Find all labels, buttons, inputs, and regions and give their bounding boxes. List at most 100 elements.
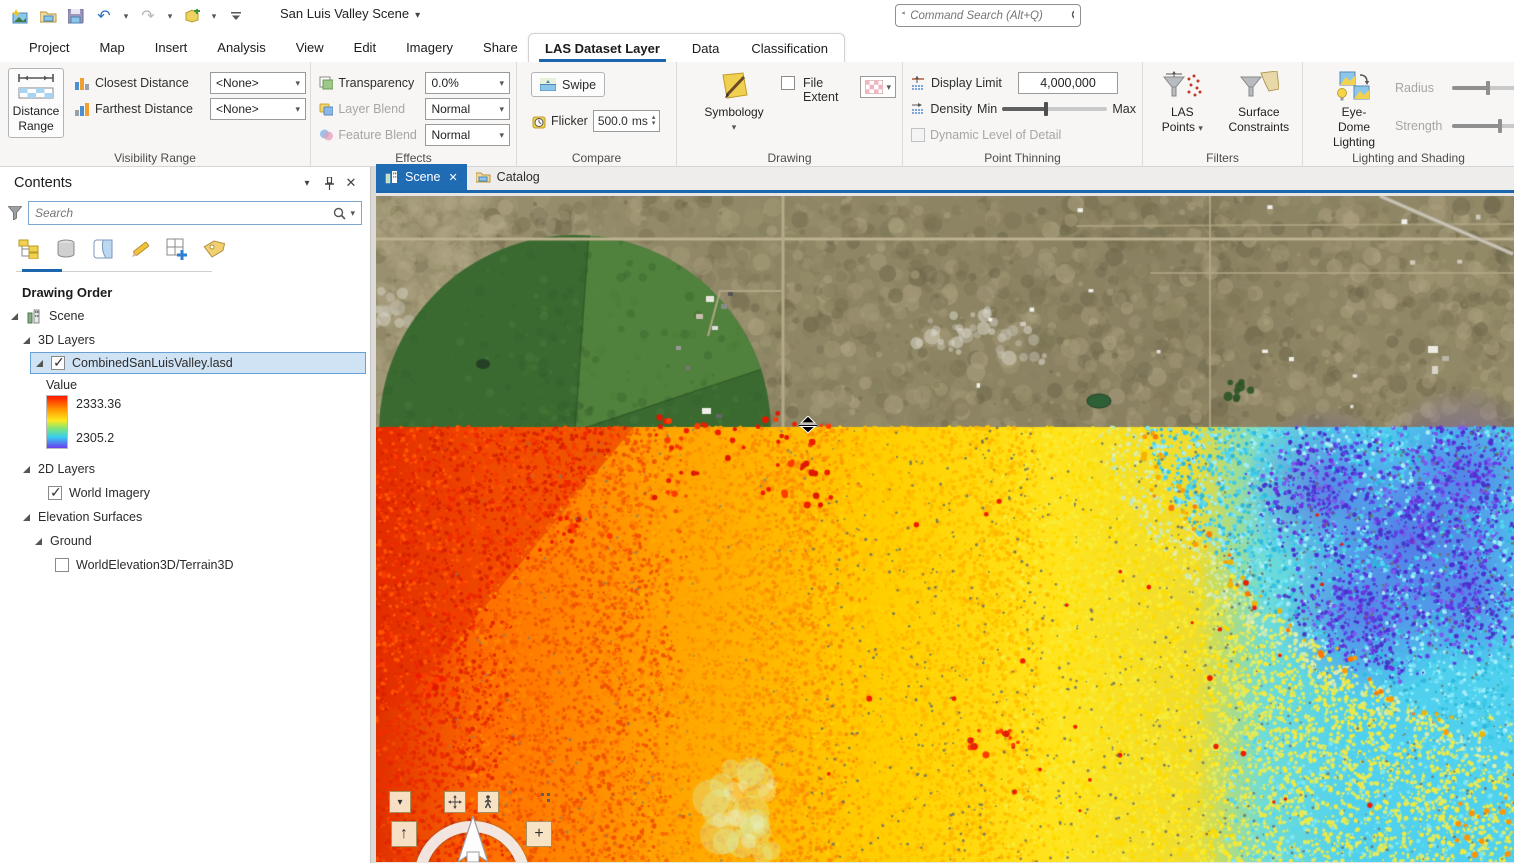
pin-button[interactable]: [318, 172, 340, 194]
legend-value-label: Value: [46, 378, 370, 392]
closest-distance-combo[interactable]: <None>▾: [210, 72, 306, 94]
tree-item-world-imagery[interactable]: World Imagery: [0, 481, 370, 505]
compass-north-needle[interactable]: [455, 816, 491, 862]
list-by-editing-button[interactable]: [127, 237, 153, 261]
radius-slider[interactable]: [1452, 86, 1514, 90]
redo-button[interactable]: ↷: [136, 4, 160, 28]
selection-icon: [93, 239, 113, 259]
tab-share[interactable]: Share: [468, 32, 533, 62]
tree-item-elevation-surfaces[interactable]: Elevation Surfaces: [0, 505, 370, 529]
tree-item-terrain3d[interactable]: WorldElevation3D/Terrain3D: [0, 553, 370, 577]
project-title[interactable]: San Luis Valley Scene▾: [280, 6, 420, 21]
tree-item-3d-layers[interactable]: 3D Layers: [0, 328, 370, 352]
add-data-dropdown[interactable]: ▾: [208, 4, 220, 28]
pan-mode-button[interactable]: [444, 791, 466, 813]
navigator-collapse-button[interactable]: ▾: [389, 791, 411, 813]
scene-viewport[interactable]: ▾ ↑ +: [376, 196, 1514, 862]
las-points-button[interactable]: LAS Points ▾: [1151, 68, 1214, 138]
transparency-combo[interactable]: 0.0%▾: [425, 72, 510, 94]
close-view-icon[interactable]: ✕: [448, 171, 457, 184]
density-slider[interactable]: [1002, 107, 1107, 111]
expand-icon[interactable]: [35, 359, 44, 368]
sparkle-icon: [902, 8, 905, 23]
layer-blend-combo[interactable]: Normal▾: [425, 98, 510, 120]
expand-icon[interactable]: [10, 312, 19, 321]
transparency-label: Transparency: [338, 76, 420, 90]
contents-search-input[interactable]: [35, 206, 329, 220]
world-imagery-checkbox[interactable]: [48, 486, 62, 500]
spinner-arrows-icon[interactable]: ▴▾: [652, 115, 656, 127]
strength-slider[interactable]: [1452, 124, 1514, 128]
expand-icon[interactable]: [22, 465, 31, 474]
list-by-data-source-button[interactable]: [53, 237, 79, 261]
redo-dropdown[interactable]: ▾: [164, 4, 176, 28]
customize-qat-icon: [231, 12, 241, 20]
new-project-button[interactable]: [8, 4, 32, 28]
group-point-thinning: Display Limit Density Min Max Dynamic Le…: [903, 62, 1143, 166]
move-up-button[interactable]: ↑: [391, 821, 417, 847]
undo-icon: ↶: [97, 6, 110, 26]
distance-range-button[interactable]: Distance Range: [8, 68, 64, 138]
close-panel-button[interactable]: ✕: [340, 172, 362, 194]
expand-icon[interactable]: [34, 537, 43, 546]
save-project-button[interactable]: [64, 4, 88, 28]
tab-catalog-view[interactable]: Catalog: [467, 164, 549, 190]
terrain3d-checkbox[interactable]: [55, 558, 69, 572]
tab-imagery[interactable]: Imagery: [391, 32, 468, 62]
ribbon: Distance Range Closest Distance <None>▾: [0, 62, 1514, 167]
scene-render-canvas[interactable]: [376, 196, 1514, 862]
dynamic-lod-checkbox[interactable]: [911, 128, 925, 142]
swipe-divider-cursor[interactable]: [797, 416, 819, 438]
command-search-input[interactable]: [910, 10, 1066, 22]
open-project-button[interactable]: [36, 4, 60, 28]
tree-item-lasd-layer[interactable]: CombinedSanLuisValley.lasd: [30, 352, 366, 374]
surface-constraints-button[interactable]: Surface Constraints: [1222, 68, 1296, 138]
transparency-icon: [319, 76, 333, 90]
feature-blend-combo[interactable]: Normal▾: [425, 124, 510, 146]
expand-icon[interactable]: [22, 513, 31, 522]
tree-item-2d-layers[interactable]: 2D Layers: [0, 457, 370, 481]
tree-item-ground[interactable]: Ground: [0, 529, 370, 553]
contents-search-box[interactable]: ▾: [28, 201, 362, 225]
title-chevron-icon: ▾: [415, 10, 420, 21]
navigator-drag-handle[interactable]: [541, 793, 551, 803]
customize-qat-button[interactable]: [224, 4, 248, 28]
tree-item-scene[interactable]: Scene: [0, 304, 370, 328]
expand-icon[interactable]: [22, 336, 31, 345]
tab-analysis[interactable]: Analysis: [202, 32, 280, 62]
list-by-snapping-button[interactable]: [164, 237, 190, 261]
display-limit-input[interactable]: [1018, 72, 1118, 94]
tab-classification[interactable]: Classification: [735, 34, 844, 62]
farthest-distance-label: Farthest Distance: [95, 102, 205, 116]
tab-project[interactable]: Project: [14, 32, 84, 62]
undo-button[interactable]: ↶: [92, 4, 116, 28]
active-tool-underline: [22, 269, 62, 272]
file-extent-checkbox[interactable]: [781, 76, 795, 90]
group-visibility-range: Distance Range Closest Distance <None>▾: [0, 62, 311, 166]
tab-edit[interactable]: Edit: [339, 32, 391, 62]
eye-dome-lighting-button[interactable]: Eye-Dome Lighting: [1329, 68, 1379, 153]
list-by-selection-button[interactable]: [90, 237, 116, 261]
tab-scene-view[interactable]: Scene ✕: [376, 164, 467, 190]
panel-menu-button[interactable]: ▾: [296, 172, 318, 194]
tab-insert[interactable]: Insert: [140, 32, 203, 62]
add-data-button[interactable]: [180, 4, 204, 28]
undo-dropdown[interactable]: ▾: [120, 4, 132, 28]
zoom-in-button[interactable]: +: [526, 821, 552, 847]
file-extent-color-picker[interactable]: ▾: [860, 76, 896, 98]
filter-icon: [8, 206, 22, 220]
swipe-button[interactable]: Swipe: [531, 72, 605, 97]
tab-map[interactable]: Map: [84, 32, 139, 62]
list-by-drawing-order-button[interactable]: [16, 237, 42, 261]
tab-las-dataset-layer[interactable]: LAS Dataset Layer: [529, 34, 676, 62]
symbology-button[interactable]: Symbology ▾: [701, 68, 767, 136]
flicker-spinner[interactable]: 500.0 ms ▴▾: [593, 110, 661, 132]
tab-view[interactable]: View: [281, 32, 339, 62]
walk-mode-button[interactable]: [477, 791, 499, 813]
farthest-distance-combo[interactable]: <None>▾: [210, 98, 306, 120]
group-label: Filters: [1143, 151, 1302, 165]
list-by-labeling-button[interactable]: [201, 237, 227, 261]
command-search[interactable]: [895, 4, 1081, 27]
tab-data[interactable]: Data: [676, 34, 735, 62]
lasd-layer-checkbox[interactable]: [51, 356, 65, 370]
